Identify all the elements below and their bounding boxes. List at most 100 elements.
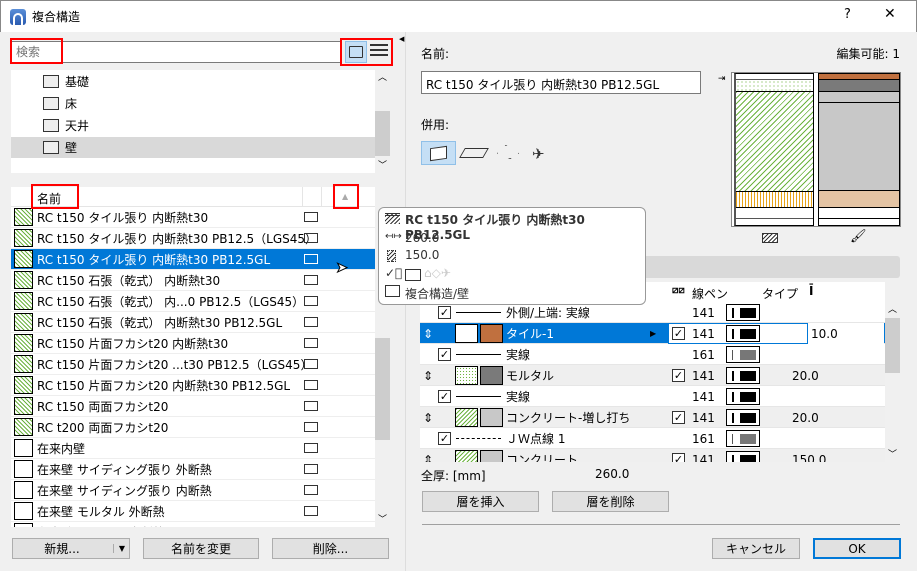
ok-button[interactable]: OK (813, 538, 901, 559)
override-checkbox[interactable]: ✓ (672, 411, 685, 424)
paint-brush-icon[interactable]: 🖌 (850, 229, 867, 244)
composite-swatch-icon (14, 397, 33, 415)
list-item[interactable]: 在来壁 モルタル 内断熱 (11, 522, 375, 527)
list-item[interactable]: RC t150 石張（乾式） 内断熱t30 PB12.5GL (11, 312, 375, 333)
override-checkbox[interactable]: ✓ (672, 327, 685, 340)
wall-use-icon (304, 275, 318, 285)
new-button[interactable]: 新規... ▼ (12, 538, 130, 559)
visible-checkbox[interactable]: ✓ (438, 348, 451, 361)
folder-item[interactable]: 天井 (11, 115, 375, 136)
fill-swatch[interactable] (455, 450, 478, 462)
list-item[interactable]: 在来内壁 (11, 438, 375, 459)
drag-handle-icon[interactable]: ⇕ (423, 323, 433, 344)
fill-swatch[interactable] (455, 408, 478, 427)
thickness-value[interactable]: 10.0 (808, 323, 884, 344)
cancel-button[interactable]: キャンセル (712, 538, 800, 559)
folder-scrollbar[interactable]: ︿ ﹀ (375, 70, 390, 173)
list-item[interactable]: RC t150 両面フカシt20 (11, 396, 375, 417)
thickness-value[interactable]: 20.0 (792, 365, 819, 386)
table-scrollbar[interactable]: ︿ ﹀ (885, 302, 900, 462)
search-highlight (10, 38, 63, 64)
item-list: 名前 ▲ RC t150 タイル張り 内断熱t30 RC t150 タイル張り 内… (11, 187, 375, 527)
dropdown-arrow-icon[interactable]: ▼ (112, 544, 125, 553)
line-row[interactable]: ✓ 実線 141 (420, 386, 885, 407)
line-row[interactable]: ✓ 実線 161 (420, 344, 885, 365)
use-shell-icon[interactable]: ✈ (532, 145, 545, 163)
override-checkbox[interactable]: ✓ (672, 369, 685, 382)
help-button[interactable]: ? (844, 7, 851, 22)
list-item[interactable]: RC t150 片面フカシt20 内断熱t30 PB12.5GL (11, 375, 375, 396)
folder-item[interactable]: 床 (11, 93, 375, 114)
pen-swatch[interactable] (726, 304, 760, 321)
drag-handle-icon[interactable]: ⇕ (423, 407, 433, 428)
tooltip-name: RC t150 タイル張り 内断熱t30 PB12.5GL (405, 213, 585, 242)
layer-name: 実線 (506, 390, 531, 404)
list-item[interactable]: 在来壁 サイディング張り 外断熱 (11, 459, 375, 480)
line-row[interactable]: ✓ ＪＷ点線 1 161 (420, 428, 885, 449)
visible-checkbox[interactable]: ✓ (438, 306, 451, 319)
pen-number[interactable]: 161 (692, 428, 715, 449)
pen-number[interactable]: 141 (692, 365, 715, 386)
list-view-button[interactable] (370, 44, 388, 58)
name-field[interactable]: RC t150 タイル張り 内断熱t30 PB12.5GL (421, 71, 701, 94)
pen-swatch[interactable] (726, 325, 760, 342)
color-swatch[interactable] (480, 408, 503, 427)
list-item[interactable]: RC t200 両面フカシt20 (11, 417, 375, 438)
layer-row[interactable]: ⇕ ✓ 20.0 コンクリート-増し打ち 141 (420, 407, 885, 428)
fill-swatch[interactable] (455, 366, 478, 385)
list-item[interactable]: RC t150 片面フカシt20 内断熱t30 (11, 333, 375, 354)
list-item[interactable]: 在来壁 サイディング張り 内断熱 (11, 480, 375, 501)
list-item[interactable]: RC t150 タイル張り 内断熱t30 PB12.5GL (11, 249, 375, 270)
item-name: RC t200 両面フカシt20 (37, 420, 169, 435)
drag-handle-icon[interactable]: ⇕ (423, 449, 433, 463)
list-item[interactable]: RC t150 タイル張り 内断熱t30 PB12.5（LGS45） (11, 228, 375, 249)
pen-swatch[interactable] (726, 409, 760, 426)
pen-swatch[interactable] (726, 346, 760, 363)
delete-layer-button[interactable]: 層を削除 (552, 491, 669, 512)
use-wall-button[interactable] (421, 141, 456, 165)
pen-swatch[interactable] (726, 451, 760, 462)
folder-view-button[interactable] (345, 41, 367, 63)
collapse-arrow-icon[interactable]: ◀ (399, 35, 404, 43)
pen-number[interactable]: 141 (692, 386, 715, 407)
pen-number[interactable]: 141 (692, 302, 715, 323)
pen-number[interactable]: 141 (692, 323, 715, 344)
thickness-value[interactable]: 150.0 (792, 449, 826, 463)
layer-row[interactable]: ⇕✓10.0✓▶タイル-1141 (420, 323, 885, 344)
fill-pattern-icon[interactable] (762, 233, 778, 243)
line-sample-icon (456, 354, 501, 355)
visible-checkbox[interactable]: ✓ (438, 390, 451, 403)
visible-checkbox[interactable]: ✓ (438, 432, 451, 445)
layer-row[interactable]: ⇕ ✓ 20.0 モルタル 141 (420, 365, 885, 386)
pen-swatch[interactable] (726, 388, 760, 405)
drag-handle-icon[interactable]: ⇕ (423, 365, 433, 386)
pen-swatch[interactable] (726, 367, 760, 384)
override-checkbox[interactable]: ✓ (672, 453, 685, 462)
folder-item[interactable]: 壁 (11, 137, 375, 158)
delete-button[interactable]: 削除... (272, 538, 389, 559)
pen-number[interactable]: 141 (692, 449, 715, 463)
color-swatch[interactable] (480, 450, 503, 462)
list-item[interactable]: RC t150 石張（乾式） 内断熱t30 (11, 270, 375, 291)
use-slab-icon[interactable] (459, 148, 489, 158)
use-roof-icon[interactable] (497, 145, 519, 159)
fill-swatch[interactable] (455, 324, 478, 343)
pen-number[interactable]: 141 (692, 407, 715, 428)
list-item[interactable]: RC t150 タイル張り 内断熱t30 (11, 207, 375, 228)
color-swatch[interactable] (480, 366, 503, 385)
close-button[interactable]: ✕ (884, 6, 896, 22)
folder-item[interactable]: 基礎 (11, 71, 375, 92)
line-row[interactable]: ✓ 外側/上端: 実線 141 (420, 302, 885, 323)
pen-swatch[interactable] (726, 430, 760, 447)
thickness-value[interactable]: 20.0 (792, 407, 819, 428)
list-item[interactable]: RC t150 石張（乾式） 内...0 PB12.5（LGS45） (11, 291, 375, 312)
list-item[interactable]: RC t150 片面フカシt20 ...t30 PB12.5（LGS45） (11, 354, 375, 375)
rename-button[interactable]: 名前を変更 (143, 538, 259, 559)
pen-number[interactable]: 161 (692, 344, 715, 365)
wall-use-icon (304, 233, 318, 243)
expand-arrow-icon[interactable]: ▶ (650, 323, 656, 344)
list-item[interactable]: 在来壁 モルタル 外断熱 (11, 501, 375, 522)
insert-layer-button[interactable]: 層を挿入 (422, 491, 539, 512)
color-swatch[interactable] (480, 324, 503, 343)
layer-row[interactable]: ⇕ ✓ 150.0 コンクリート 141 (420, 449, 885, 462)
